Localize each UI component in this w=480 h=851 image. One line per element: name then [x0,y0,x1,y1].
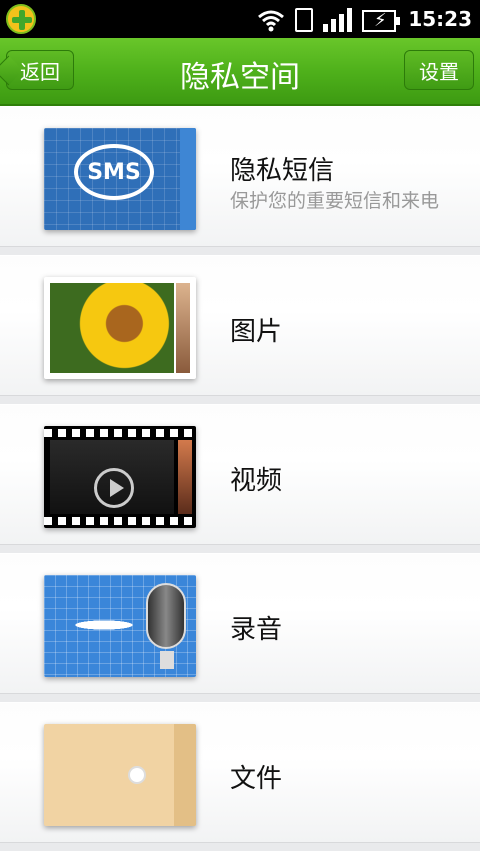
list-item-title: 图片 [230,317,283,347]
picture-icon [44,277,196,379]
battery-icon: ⚡ [362,10,400,32]
recording-icon [44,575,196,677]
list-item-title: 文件 [230,764,283,794]
sim-icon [295,8,313,32]
list-item-recordings[interactable]: 录音 [0,553,480,694]
list-item-title: 隐私短信 [230,156,335,186]
status-bar: ⚡ 15:23 [0,0,480,38]
app-logo-icon [6,4,36,34]
settings-button[interactable]: 设置 [404,50,474,90]
feature-list: SMS 隐私短信 保护您的重要短信和来电 图片 视频 录音 文件 [0,106,480,851]
status-time: 15:23 [408,7,472,31]
signal-icon [323,8,352,32]
video-icon [44,426,196,528]
file-icon [44,724,196,826]
microphone-icon [146,583,186,649]
list-item-private-sms[interactable]: SMS 隐私短信 保护您的重要短信和来电 [0,106,480,247]
play-icon [94,468,134,508]
list-item-title: 录音 [230,615,283,645]
status-icons: ⚡ [257,6,400,32]
list-item-files[interactable]: 文件 [0,702,480,843]
wifi-icon [257,8,285,32]
list-item-subtitle: 保护您的重要短信和来电 [230,190,440,212]
list-item-videos[interactable]: 视频 [0,404,480,545]
list-item-title: 视频 [230,466,283,496]
title-bar: 返回 隐私空间 设置 [0,38,480,106]
sms-icon: SMS [44,128,196,230]
list-item-pictures[interactable]: 图片 [0,255,480,396]
